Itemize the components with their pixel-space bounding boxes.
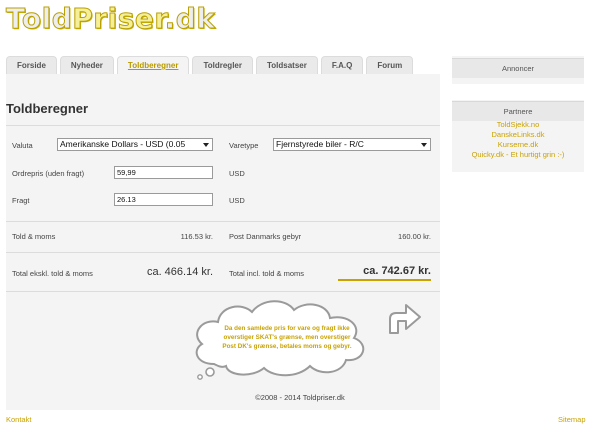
told-moms-label: Told & moms: [12, 232, 56, 241]
cloud-message: Da den samlede pris for vare og fragt ik…: [205, 324, 369, 351]
kontakt-link[interactable]: Kontakt: [6, 415, 31, 424]
tab-nyheder[interactable]: Nyheder: [59, 56, 114, 74]
valuta-select[interactable]: Amerikanske Dollars - USD (0.05: [57, 138, 213, 151]
arrow-up-right-icon: [389, 304, 421, 334]
chevron-down-icon: [203, 143, 209, 147]
varetype-label: Varetype: [229, 141, 259, 150]
tab-faq[interactable]: F.A.Q: [320, 56, 364, 74]
varetype-select-value: Fjernstyrede biler - R/C: [276, 139, 364, 149]
partner-link-quicky[interactable]: Quicky.dk - Et hurtigt grin :-): [452, 150, 584, 160]
tab-toldberegner[interactable]: Toldberegner: [116, 56, 190, 74]
post-gebyr-value: 160.00 kr.: [398, 232, 431, 241]
copyright: ©2008 - 2014 Toldpriser.dk: [255, 393, 345, 402]
cloud-line-1: Da den samlede pris for vare og fragt ik…: [224, 325, 350, 332]
site-logo[interactable]: ToldPriser.dk: [5, 2, 216, 36]
fragt-unit: USD: [229, 196, 245, 205]
sitemap-link[interactable]: Sitemap: [558, 415, 586, 424]
totals-divider: [6, 291, 440, 292]
partner-link-kurserne[interactable]: Kurserne.dk: [452, 140, 584, 150]
logo-text-told: Told: [5, 2, 73, 36]
chevron-down-icon: [421, 143, 427, 147]
partners-header: Partnere: [452, 101, 584, 121]
partner-link-danskelinks[interactable]: DanskeLinks.dk: [452, 130, 584, 140]
form-divider: [6, 221, 440, 222]
tab-toldsatser[interactable]: Toldsatser: [255, 56, 318, 74]
valuta-label: Valuta: [12, 141, 33, 150]
ordrepris-label: Ordrepris (uden fragt): [12, 169, 85, 178]
total-excl-value: ca. 466.14 kr.: [146, 266, 213, 278]
varetype-select[interactable]: Fjernstyrede biler - R/C: [273, 138, 431, 151]
post-gebyr-label: Post Danmarks gebyr: [229, 232, 302, 241]
ordrepris-input[interactable]: 59,99: [114, 166, 213, 179]
tab-forum[interactable]: Forum: [366, 56, 414, 74]
tab-toldregler[interactable]: Toldregler: [192, 56, 253, 74]
cloud-line-3: Post DK's grænse, betales moms og gebyr.: [222, 343, 352, 350]
partner-link-toldsjekk[interactable]: ToldSjekk.no: [452, 120, 584, 130]
total-underline: [338, 279, 431, 281]
valuta-select-value: Amerikanske Dollars - USD (0.05: [60, 139, 186, 149]
fragt-input[interactable]: 26.13: [114, 193, 213, 206]
logo-text-dk: .dk: [164, 2, 216, 36]
partners-list: ToldSjekk.no DanskeLinks.dk Kurserne.dk …: [452, 120, 584, 160]
tab-forside[interactable]: Forside: [6, 56, 57, 74]
total-excl-label: Total ekskl. told & moms: [12, 269, 93, 278]
ads-header: Annoncer: [452, 58, 584, 78]
logo-text-priser: Priser: [72, 2, 165, 36]
fragt-label: Fragt: [12, 196, 30, 205]
cloud-line-2: overstiger SKAT's grænse, men overstiger: [223, 334, 351, 341]
title-divider: [6, 125, 440, 126]
told-moms-value: 116.53 kr.: [180, 232, 213, 241]
results-divider: [6, 252, 440, 253]
main-nav: Forside Nyheder Toldberegner Toldregler …: [6, 56, 416, 74]
total-incl-value: ca. 742.67 kr.: [363, 265, 431, 277]
page-title: Toldberegner: [6, 101, 89, 116]
total-incl-label: Total incl. told & moms: [229, 269, 305, 278]
ordrepris-unit: USD: [229, 169, 245, 178]
